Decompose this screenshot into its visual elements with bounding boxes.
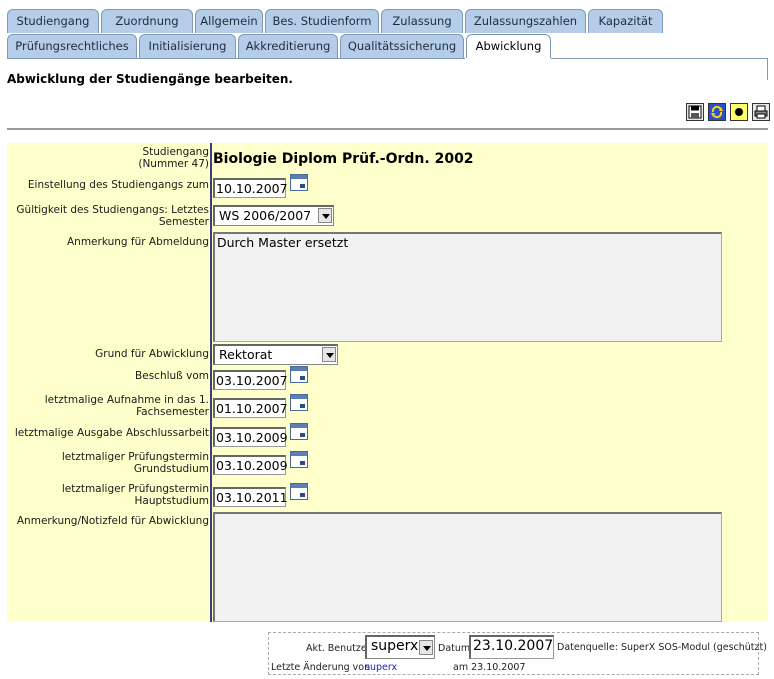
- tab-qualitaetssicherung[interactable]: Qualitätssicherung: [340, 34, 464, 58]
- ausgabe-label: letztmalige Ausgabe Abschlussarbeit: [14, 427, 209, 439]
- tab-pruefungsrechtliches[interactable]: Prüfungsrechtliches: [7, 34, 137, 58]
- einstellung-date-input[interactable]: 10.10.2007: [213, 178, 288, 198]
- last-change-label: Letzte Änderung von: [271, 662, 371, 673]
- aufnahme-date-input[interactable]: 01.10.2007: [213, 398, 288, 418]
- tab-allgemein[interactable]: Allgemein: [195, 9, 263, 33]
- tab-abwicklung[interactable]: Abwicklung: [466, 34, 551, 59]
- tab-zulassungszahlen[interactable]: Zulassungszahlen: [465, 9, 586, 33]
- last-change-date: am 23.10.2007: [453, 662, 526, 673]
- tab-baseline: [7, 58, 767, 59]
- tab-akkreditierung[interactable]: Akkreditierung: [238, 34, 338, 58]
- hauptstudium-date-input[interactable]: 03.10.2011: [213, 487, 288, 507]
- tab-baseline-gap: [465, 58, 551, 59]
- grundstudium-label: letztmaliger Prüfungstermin Grundstudium: [61, 451, 209, 475]
- last-change-user-link[interactable]: superx: [365, 662, 397, 673]
- grund-selected-value: Rektorat: [219, 347, 273, 362]
- calendar-icon[interactable]: [290, 174, 308, 191]
- anmerkung-label: Anmerkung für Abmeldung: [66, 236, 209, 248]
- studiengang-value: Biologie Diplom Prüf.-Ordn. 2002: [213, 151, 474, 167]
- calendar-icon[interactable]: [290, 423, 308, 440]
- tab-studiengang[interactable]: Studiengang: [7, 9, 99, 33]
- data-source-text: Datenquelle: SuperX SOS-Modul (geschützt…: [557, 642, 767, 653]
- separator: [7, 128, 768, 130]
- print-icon[interactable]: [752, 103, 770, 121]
- refresh-icon[interactable]: [708, 103, 726, 121]
- save-icon[interactable]: [686, 103, 704, 121]
- chevron-down-icon: [318, 208, 332, 223]
- footer-info-box: Akt. Benutzer superx Datum 23.10.2007 Da…: [268, 632, 767, 675]
- date-input[interactable]: 23.10.2007: [469, 635, 554, 659]
- tab-zuordnung[interactable]: Zuordnung: [101, 9, 193, 33]
- calendar-icon[interactable]: [290, 483, 308, 500]
- chevron-down-icon: [322, 347, 336, 362]
- grund-label: Grund für Abwicklung: [95, 348, 209, 360]
- grund-select[interactable]: Rektorat: [213, 344, 338, 365]
- hauptstudium-label: letztmaliger Prüfungstermin Hauptstudium: [61, 483, 209, 507]
- record-icon[interactable]: [730, 103, 748, 121]
- notiz-label: Anmerkung/Notizfeld für Abwicklung: [16, 515, 209, 527]
- gueltigkeit-semester-select[interactable]: WS 2006/2007: [213, 205, 334, 226]
- tab-bes-studienform[interactable]: Bes. Studienform: [265, 9, 379, 33]
- calendar-icon[interactable]: [290, 394, 308, 411]
- tab-zulassung[interactable]: Zulassung: [381, 9, 463, 33]
- page-title: Abwicklung der Studiengänge bearbeiten.: [7, 72, 293, 86]
- toolbar: [686, 103, 770, 121]
- tab-frame-right: [767, 58, 768, 80]
- chevron-down-icon: [419, 640, 433, 655]
- gueltigkeit-selected-value: WS 2006/2007: [219, 208, 312, 223]
- anmerkung-textarea[interactable]: Durch Master ersetzt: [213, 232, 722, 342]
- calendar-icon[interactable]: [290, 366, 308, 383]
- current-user-label: Akt. Benutzer: [306, 643, 371, 654]
- date-label: Datum: [438, 643, 471, 654]
- current-user-value: superx: [371, 638, 419, 654]
- gueltigkeit-label: Gültigkeit des Studiengangs: Letztes Sem…: [16, 204, 209, 228]
- beschluss-date-input[interactable]: 03.10.2007: [213, 370, 288, 390]
- ausgabe-date-input[interactable]: 03.10.2009: [213, 427, 288, 447]
- form-divider: [210, 143, 212, 622]
- current-user-select[interactable]: superx: [365, 635, 435, 659]
- aufnahme-label: letztmalige Aufnahme in das 1. Fachsemes…: [44, 394, 209, 418]
- tab-kapazitaet[interactable]: Kapazität: [588, 9, 663, 33]
- studiengang-label: Studiengang (Nummer 47): [138, 146, 209, 170]
- tab-initialisierung[interactable]: Initialisierung: [139, 34, 236, 58]
- grundstudium-date-input[interactable]: 03.10.2009: [213, 455, 288, 475]
- notiz-textarea[interactable]: [213, 512, 722, 622]
- einstellung-label: Einstellung des Studiengangs zum: [27, 179, 209, 191]
- calendar-icon[interactable]: [290, 451, 308, 468]
- beschluss-label: Beschluß vom: [135, 370, 209, 382]
